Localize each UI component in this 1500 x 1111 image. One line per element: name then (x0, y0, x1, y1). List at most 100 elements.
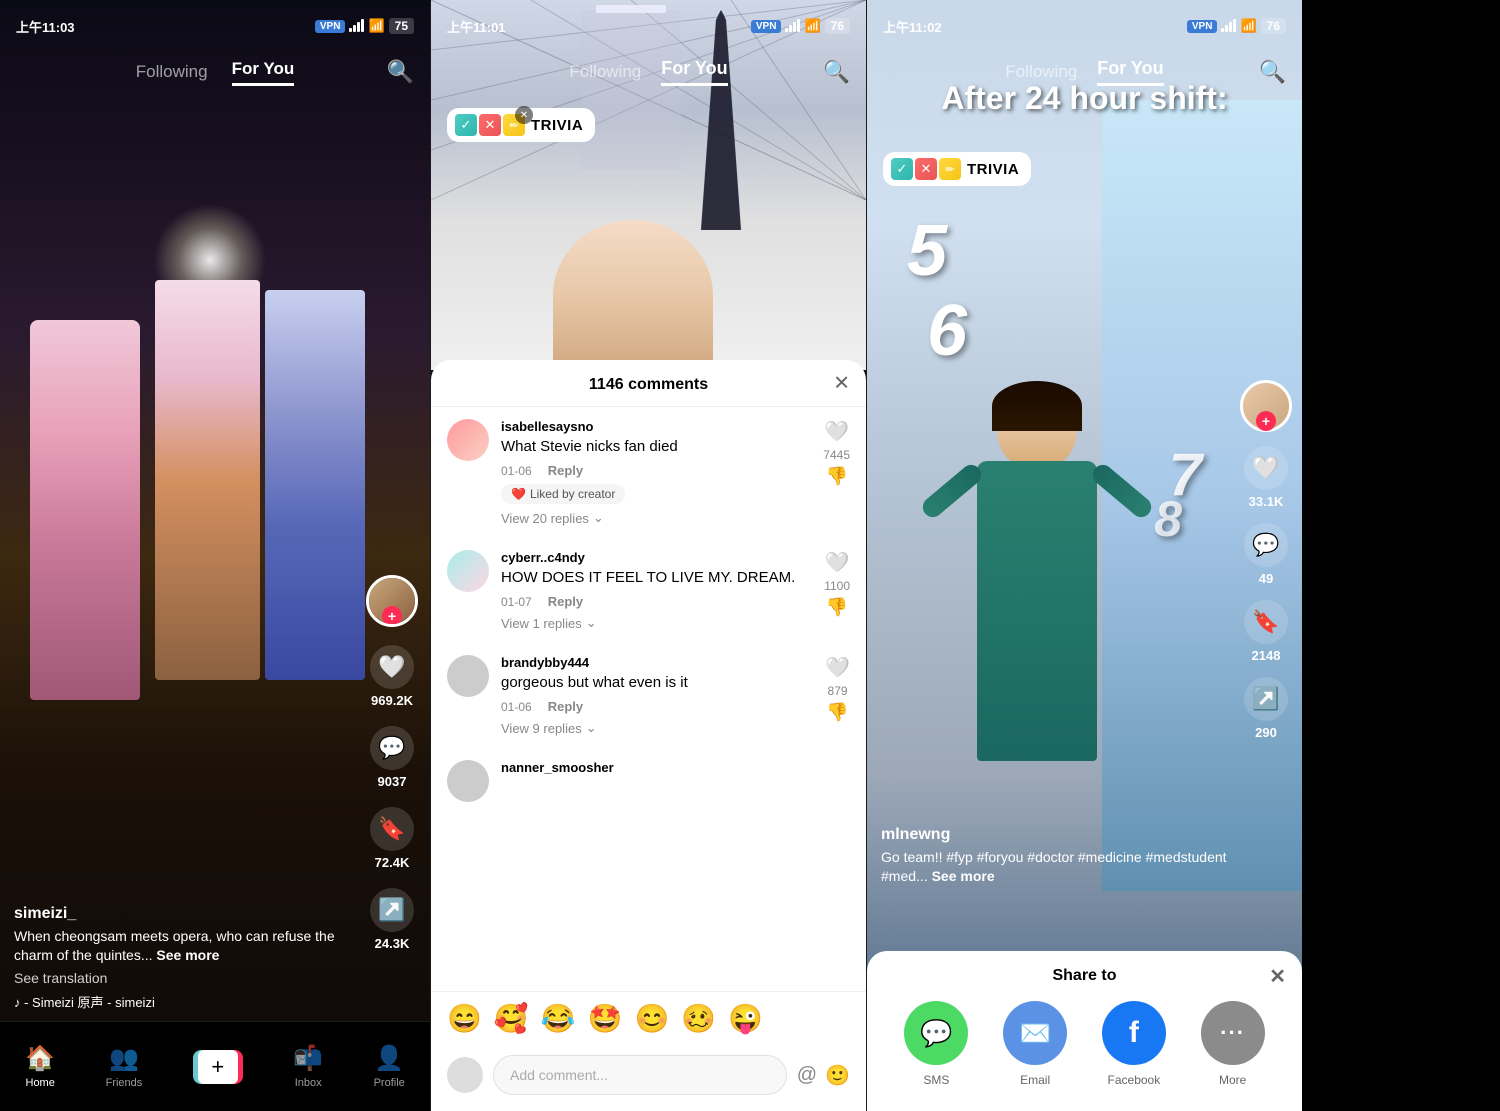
nav-foryou-left[interactable]: For You (232, 59, 295, 86)
like-heart-3[interactable]: 🤍 (825, 655, 850, 680)
emoji-3[interactable]: 😂 (541, 1002, 576, 1035)
emoji-7[interactable]: 😜 (728, 1002, 763, 1035)
nav-following-mid[interactable]: Following (569, 62, 641, 82)
nurse-arm-left (919, 461, 985, 521)
comment-meta-3: 01-06 Reply (501, 699, 805, 714)
bookmark-action-left[interactable]: 🔖 72.4K (370, 807, 414, 870)
like-heart-1[interactable]: 🤍 (824, 419, 849, 444)
search-icon-left[interactable]: 🔍 (387, 59, 414, 85)
nav-following-left[interactable]: Following (136, 62, 208, 82)
view-replies-2[interactable]: View 1 replies ⌄ (501, 615, 804, 631)
see-more-right[interactable]: See more (932, 868, 995, 884)
comment-item-3: brandybby444 gorgeous but what even is i… (447, 655, 850, 740)
tab-friends[interactable]: 👥 Friends (106, 1044, 143, 1089)
emoji-6[interactable]: 🥴 (681, 1002, 716, 1035)
tab-add[interactable]: + (193, 1050, 243, 1084)
comment-username-1[interactable]: isabellesaysno (501, 419, 803, 434)
tab-home[interactable]: 🏠 Home (25, 1044, 55, 1089)
comment-text-3: gorgeous but what even is it (501, 672, 805, 693)
tab-inbox[interactable]: 📬 Inbox (293, 1044, 323, 1089)
emoji-2[interactable]: 🥰 (494, 1002, 529, 1035)
share-more[interactable]: ··· More (1201, 1001, 1265, 1087)
emoji-5[interactable]: 😊 (635, 1002, 670, 1035)
comment-username-4[interactable]: nanner_smoosher (501, 760, 850, 775)
emoji-1[interactable]: 😄 (447, 1002, 482, 1035)
share-action-left[interactable]: ↗️ 24.3K (370, 888, 414, 951)
comment-text-2: HOW DOES IT FEEL TO LIVE MY. DREAM. (501, 567, 804, 588)
chevron-down-icon-1: ⌄ (593, 510, 604, 526)
avatar-action-right[interactable]: + (1240, 380, 1292, 432)
comment-avatar-1[interactable] (447, 419, 489, 461)
share-icon-right: ↗️ (1244, 677, 1288, 721)
like-count-comment-2: 1100 (824, 579, 850, 593)
close-share-btn[interactable]: ✕ (1269, 964, 1286, 989)
comment-avatar-2[interactable] (447, 550, 489, 592)
follow-plus-left[interactable]: + (382, 606, 402, 626)
trivia-text-mid: TRIVIA (531, 117, 583, 134)
app-container: 上午11:03 VPN 📶 75 Following For You 🔍 (0, 0, 1500, 1111)
nurse-head (997, 391, 1077, 471)
comment-input-row: Add comment... @ 🙂 (431, 1045, 866, 1111)
search-icon-mid[interactable]: 🔍 (823, 59, 850, 85)
search-icon-right[interactable]: 🔍 (1259, 59, 1286, 85)
username-right[interactable]: mlnewng (881, 826, 1242, 844)
username-left[interactable]: simeizi_ (14, 905, 360, 923)
bookmark-count-right: 2148 (1252, 648, 1281, 663)
add-button[interactable]: + (193, 1050, 243, 1084)
follow-plus-right[interactable]: + (1256, 411, 1276, 431)
profile-label: Profile (374, 1077, 405, 1089)
share-email[interactable]: ✉️ Email (1003, 1001, 1067, 1087)
nav-left: Following For You 🔍 (0, 44, 430, 100)
reply-btn-1[interactable]: Reply (548, 463, 583, 478)
see-translation-left[interactable]: See translation (14, 970, 360, 986)
reply-btn-2[interactable]: Reply (548, 594, 583, 609)
pencil-icon-right: ✏ (939, 158, 961, 180)
check-icon-right: ✓ (891, 158, 913, 180)
heart-creator-icon: ❤️ (511, 487, 526, 501)
view-replies-1[interactable]: View 20 replies ⌄ (501, 510, 803, 526)
status-bar-right: 上午11:02 VPN 📶 76 (867, 0, 1302, 44)
share-icons-row: 💬 SMS ✉️ Email f Facebook (867, 1001, 1302, 1087)
comment-username-3[interactable]: brandybby444 (501, 655, 805, 670)
comment-date-2: 01-07 (501, 595, 532, 609)
tab-profile[interactable]: 👤 Profile (374, 1044, 405, 1089)
panel-right: 上午11:02 VPN 📶 76 Following For You 🔍 (867, 0, 1302, 1111)
reply-btn-3[interactable]: Reply (548, 699, 583, 714)
comment-action-right[interactable]: 💬 49 (1244, 523, 1288, 586)
close-trivia-mid[interactable]: ✕ (515, 106, 533, 124)
comments-list[interactable]: isabellesaysno What Stevie nicks fan die… (431, 407, 866, 991)
comment-icon-left: 💬 (370, 726, 414, 770)
comment-username-2[interactable]: cyberr..c4ndy (501, 550, 804, 565)
figure-2 (155, 280, 260, 680)
emoji-picker-icon[interactable]: 🙂 (825, 1063, 850, 1088)
avatar-action[interactable]: + (366, 575, 418, 627)
close-comments-btn[interactable]: ✕ (833, 371, 850, 396)
emoji-4[interactable]: 🤩 (588, 1002, 623, 1035)
thumb-down-1[interactable]: 👎 (825, 466, 847, 487)
share-action-right[interactable]: ↗️ 290 (1244, 677, 1288, 740)
like-heart-2[interactable]: 🤍 (825, 550, 850, 575)
like-count-comment-1: 7445 (823, 448, 850, 462)
share-facebook[interactable]: f Facebook (1102, 1001, 1166, 1087)
thumb-down-2[interactable]: 👎 (826, 597, 848, 618)
like-action-right[interactable]: 🤍 33.1K (1244, 446, 1288, 509)
bookmark-action-right[interactable]: 🔖 2148 (1244, 600, 1288, 663)
comment-action-left[interactable]: 💬 9037 (370, 726, 414, 789)
at-icon[interactable]: @ (797, 1064, 817, 1087)
view-replies-3[interactable]: View 9 replies ⌄ (501, 720, 805, 736)
see-more-left[interactable]: See more (156, 947, 219, 963)
thumb-down-3[interactable]: 👎 (826, 702, 848, 723)
nav-foryou-mid[interactable]: For You (661, 58, 727, 86)
nav-following-right[interactable]: Following (1005, 62, 1077, 82)
share-sms[interactable]: 💬 SMS (904, 1001, 968, 1087)
panel-middle: 上午11:01 VPN 📶 76 Following For You 🔍 (431, 0, 866, 1111)
nav-foryou-right[interactable]: For You (1097, 58, 1163, 86)
like-action-left[interactable]: 🤍 969.2K (370, 645, 414, 708)
comment-avatar-4[interactable] (447, 760, 489, 802)
like-count-comment-3: 879 (828, 684, 848, 698)
description-right: Go team!! #fyp #foryou #doctor #medicine… (881, 848, 1242, 887)
comment-input[interactable]: Add comment... (493, 1055, 787, 1095)
share-icon-left: ↗️ (370, 888, 414, 932)
battery-left: 75 (389, 18, 414, 34)
comment-avatar-3[interactable] (447, 655, 489, 697)
